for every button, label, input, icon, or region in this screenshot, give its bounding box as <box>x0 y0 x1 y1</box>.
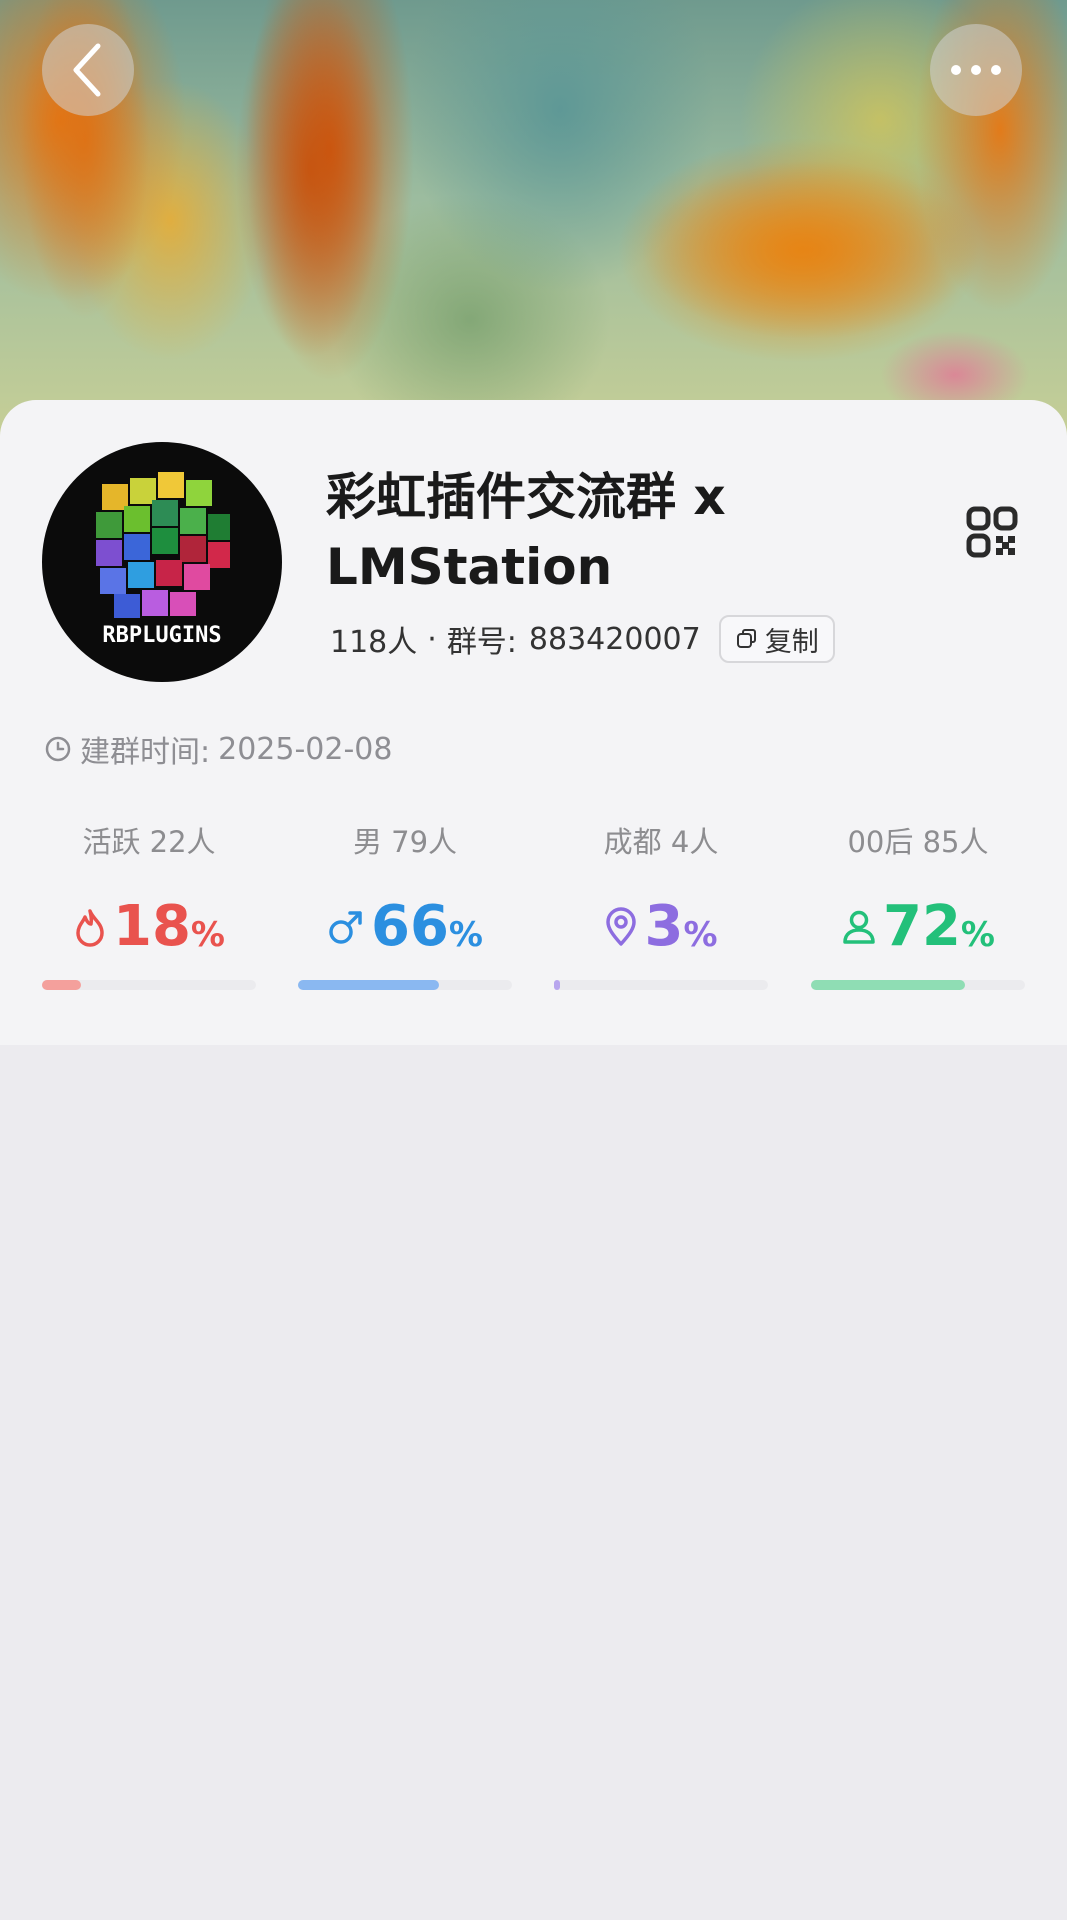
stat-age[interactable]: 00后 85人 72 % <box>811 820 1025 962</box>
stat-gender[interactable]: 男 79人 66 % <box>298 820 512 962</box>
stat-percent: 18 <box>112 894 191 959</box>
stat-bar-fill <box>298 980 440 990</box>
stat-label: 活跃 22人 <box>82 825 216 859</box>
group-id-label: 群号: <box>446 625 517 660</box>
stat-unit: % <box>960 915 995 955</box>
created-date-row: 建群时间: 2025-02-08 <box>44 727 392 771</box>
stat-percent: 66 <box>370 894 449 959</box>
group-avatar[interactable]: RBPLUGINS <box>42 442 282 682</box>
stat-unit: % <box>448 915 483 955</box>
more-dots-icon <box>951 65 1001 75</box>
group-name: 彩虹插件交流群 x LMStation <box>326 468 726 596</box>
stat-value: 66 % <box>298 892 512 962</box>
copy-label: 复制 <box>764 626 819 658</box>
group-id-value: 883420007 <box>528 621 701 657</box>
chevron-left-icon <box>73 43 101 97</box>
group-meta: 118人 · 群号: 883420007 复制 <box>330 615 835 663</box>
stat-active[interactable]: 活跃 22人 18 % <box>42 820 256 962</box>
qr-code-icon <box>966 506 1018 558</box>
stat-bar-location <box>554 980 768 990</box>
cube-logo-icon: RBPLUGINS <box>96 472 230 648</box>
stat-bar-active <box>42 980 256 990</box>
copy-button[interactable]: 复制 <box>718 615 835 663</box>
stat-label: 00后 85人 <box>847 825 989 859</box>
stat-bar-age <box>811 980 1025 990</box>
stat-percent: 72 <box>882 894 961 959</box>
stat-value: 3 % <box>554 892 768 962</box>
back-button[interactable] <box>42 24 134 116</box>
stat-label: 成都 4人 <box>603 825 719 859</box>
qr-code-button[interactable] <box>966 506 1018 558</box>
stat-value: 18 % <box>42 892 256 962</box>
male-icon <box>327 907 365 947</box>
created-value: 2025-02-08 <box>218 731 393 767</box>
created-label: 建群时间: <box>80 735 211 770</box>
location-icon <box>604 907 638 947</box>
person-icon <box>841 907 877 947</box>
copy-icon <box>736 629 756 648</box>
stat-bar-fill <box>554 980 561 990</box>
meta-separator: · <box>427 621 437 657</box>
member-count: 118人 <box>330 625 418 660</box>
svg-text:RBPLUGINS: RBPLUGINS <box>102 623 221 648</box>
stat-unit: % <box>190 915 225 955</box>
group-cover-banner <box>0 0 1067 440</box>
stat-percent: 3 <box>644 894 684 959</box>
stat-location[interactable]: 成都 4人 3 % <box>554 820 768 962</box>
stat-label: 男 79人 <box>352 825 458 859</box>
stat-bar-fill <box>42 980 81 990</box>
flame-icon <box>73 907 107 947</box>
stat-bar-gender <box>298 980 512 990</box>
stat-bar-fill <box>811 980 966 990</box>
more-button[interactable] <box>930 24 1022 116</box>
stat-value: 72 % <box>811 892 1025 962</box>
stat-unit: % <box>683 915 718 955</box>
clock-icon <box>45 736 71 762</box>
